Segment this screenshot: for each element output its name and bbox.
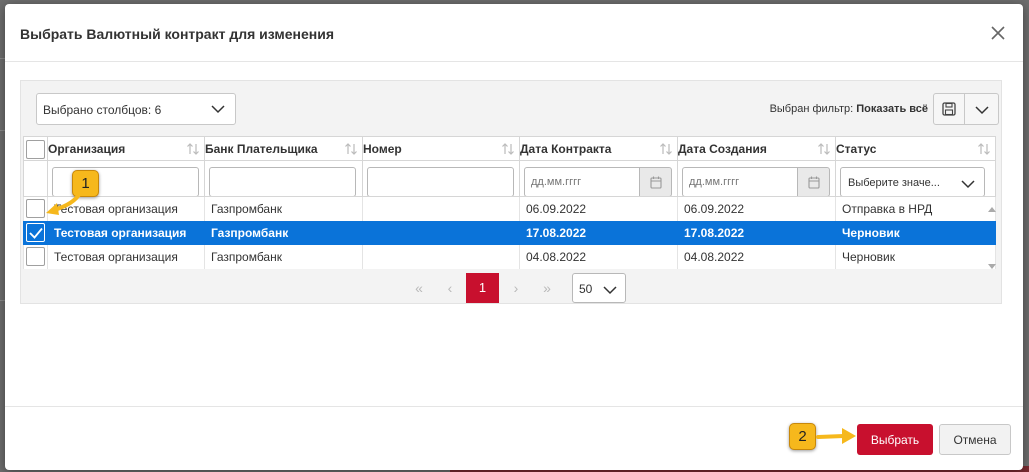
filter-menu-button[interactable] — [965, 93, 999, 125]
dialog-footer: Выбрать Отмена — [5, 406, 1023, 470]
page-size-select[interactable]: 50 — [572, 273, 626, 303]
close-button[interactable] — [989, 24, 1007, 42]
select-contract-dialog: Выбрать Валютный контракт для изменения … — [5, 4, 1023, 470]
save-filter-button[interactable] — [933, 93, 965, 125]
row-checkbox-cell — [23, 220, 48, 245]
sort-icon — [502, 143, 514, 155]
cancel-button[interactable]: Отмена — [939, 424, 1011, 455]
cell-created-date: 06.09.2022 — [677, 196, 836, 221]
contract-date-calendar-button[interactable] — [640, 167, 672, 196]
row-checkbox-checked[interactable] — [26, 222, 45, 242]
status-filter-select[interactable]: Выберите значе... — [840, 167, 985, 196]
column-header[interactable]: Дата Контракта — [519, 136, 678, 161]
created-date-filter-input[interactable] — [682, 167, 798, 196]
filter-value: Показать всё — [856, 103, 928, 115]
table-scrollbar[interactable] — [985, 202, 999, 274]
table-row[interactable]: Тестовая организация Газпромбанк 06.09.2… — [23, 196, 996, 221]
column-header-label: Дата Контракта — [520, 141, 612, 156]
cell-bank: Газпромбанк — [204, 196, 363, 221]
column-header-label: Банк Плательщика — [205, 141, 318, 156]
next-page-button[interactable]: › — [501, 273, 531, 303]
column-header-label: Номер — [363, 141, 402, 156]
filter-label: Выбран фильтр: — [769, 103, 854, 115]
cell-status: Черновик — [835, 244, 996, 269]
checkmark-icon — [29, 227, 43, 239]
sort-icon — [345, 143, 357, 155]
number-filter-input[interactable] — [367, 167, 514, 196]
sort-icon — [660, 143, 672, 155]
columns-selector-label: Выбрано столбцов: 6 — [43, 103, 162, 117]
sort-icon — [978, 143, 990, 155]
column-header[interactable]: Номер — [362, 136, 520, 161]
cell-number — [362, 220, 520, 245]
bank-filter-input[interactable] — [209, 167, 356, 196]
contracts-table: Организация Банк Плательщика Номер Дата … — [23, 136, 996, 269]
filter-cell: Выберите значе... — [835, 160, 996, 197]
chevron-down-icon — [603, 286, 617, 295]
current-page-button[interactable]: 1 — [466, 273, 499, 303]
column-header-label: Организация — [48, 141, 126, 156]
cell-organization: Тестовая организация — [47, 244, 205, 269]
columns-selector[interactable]: Выбрано столбцов: 6 — [36, 93, 236, 125]
cell-bank: Газпромбанк — [204, 244, 363, 269]
table-row[interactable]: Тестовая организация Газпромбанк 04.08.2… — [23, 244, 996, 269]
column-header-label: Статус — [836, 141, 877, 156]
page-size-value: 50 — [579, 282, 593, 296]
table-row-selected[interactable]: Тестовая организация Газпромбанк 17.08.2… — [23, 220, 996, 245]
column-header[interactable]: Дата Создания — [677, 136, 836, 161]
select-button[interactable]: Выбрать — [857, 424, 933, 455]
last-page-button[interactable]: » — [532, 273, 562, 303]
filter-cell — [519, 160, 678, 197]
chevron-down-icon — [211, 105, 225, 114]
select-all-checkbox[interactable] — [26, 140, 45, 159]
cell-contract-date: 04.08.2022 — [519, 244, 678, 269]
scroll-down-icon[interactable] — [988, 264, 996, 270]
cell-created-date: 17.08.2022 — [677, 220, 836, 245]
select-all-header — [23, 136, 48, 161]
close-icon — [991, 26, 1005, 40]
filter-cell — [677, 160, 836, 197]
column-header[interactable]: Статус — [835, 136, 996, 161]
chevron-down-icon — [961, 180, 975, 189]
dialog-header: Выбрать Валютный контракт для изменения — [5, 4, 1023, 62]
grid-panel: Выбрано столбцов: 6 Выбран фильтр: Показ… — [20, 80, 1002, 304]
column-header[interactable]: Банк Плательщика — [204, 136, 363, 161]
prev-page-button[interactable]: ‹ — [435, 273, 465, 303]
cell-number — [362, 196, 520, 221]
filter-cell — [362, 160, 520, 197]
filter-info: Выбран фильтр: Показать всё — [770, 103, 928, 115]
status-filter-placeholder: Выберите значе... — [848, 177, 940, 189]
cell-contract-date: 06.09.2022 — [519, 196, 678, 221]
sort-icon — [187, 143, 199, 155]
table-header-row: Организация Банк Плательщика Номер Дата … — [23, 136, 996, 161]
table-filter-row: Выберите значе... — [23, 160, 996, 197]
created-date-calendar-button[interactable] — [798, 167, 830, 196]
first-page-button[interactable]: « — [404, 273, 434, 303]
save-icon — [942, 102, 956, 116]
cell-bank: Газпромбанк — [204, 220, 363, 245]
pagination: « ‹ 1 › » 50 — [21, 273, 1001, 303]
cell-contract-date: 17.08.2022 — [519, 220, 678, 245]
filter-cell — [204, 160, 363, 197]
dialog-title: Выбрать Валютный контракт для изменения — [20, 26, 335, 42]
column-header[interactable]: Организация — [47, 136, 205, 161]
dialog-body: Выбрано столбцов: 6 Выбран фильтр: Показ… — [5, 62, 1023, 406]
calendar-icon — [808, 176, 820, 189]
cell-status: Отправка в НРД — [835, 196, 996, 221]
arrow-icon — [816, 428, 856, 444]
cell-number — [362, 244, 520, 269]
cell-status: Черновик — [835, 220, 996, 245]
sort-icon — [818, 143, 830, 155]
scroll-up-icon[interactable] — [988, 206, 996, 212]
row-checkbox-cell — [23, 244, 48, 269]
calendar-icon — [650, 176, 662, 189]
row-checkbox[interactable] — [26, 246, 45, 266]
column-header-label: Дата Создания — [678, 141, 767, 156]
chevron-down-icon — [975, 106, 989, 115]
cell-organization: Тестовая организация — [47, 220, 205, 245]
step-callout-2: 2 — [789, 423, 816, 450]
contract-date-filter-input[interactable] — [524, 167, 640, 196]
cell-created-date: 04.08.2022 — [677, 244, 836, 269]
arrow-icon — [46, 191, 82, 215]
